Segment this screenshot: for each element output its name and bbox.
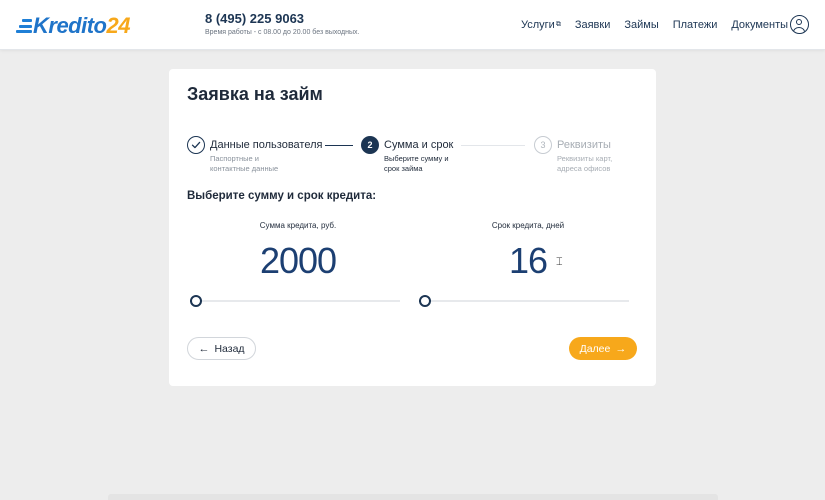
slider-thumb[interactable] — [190, 295, 202, 307]
back-button-label: Назад — [214, 342, 245, 355]
back-button[interactable]: ← Назад — [187, 337, 256, 360]
logo-text-number: 24 — [106, 13, 131, 38]
logo-text-main: Kredito — [33, 13, 107, 38]
phone-number[interactable]: 8 (495) 225 9063 — [205, 11, 359, 26]
nav-item-applications[interactable]: Заявки — [575, 19, 611, 31]
page-bottom-edge — [108, 494, 718, 500]
logo-speed-lines-icon — [16, 16, 32, 36]
logo[interactable]: Kredito24 — [16, 13, 130, 39]
check-icon — [187, 136, 205, 154]
step-connector — [325, 145, 353, 146]
nav-item-label: Услуги — [521, 19, 555, 31]
external-link-icon: ⧉ — [555, 21, 561, 28]
arrow-right-icon: → — [615, 342, 627, 355]
user-circle-icon[interactable] — [790, 15, 809, 34]
term-slider[interactable] — [419, 295, 629, 307]
arrow-left-icon: ← — [198, 342, 210, 355]
step-description: Реквизиты карт, адреса офисов — [557, 154, 613, 174]
contact-block: 8 (495) 225 9063 Время работы - с 08.00 … — [205, 11, 360, 37]
slider-thumb[interactable] — [419, 295, 431, 307]
section-subtitle: Выберите сумму и срок кредита: — [187, 190, 377, 202]
step-description: Паспортные и контактные данные — [210, 154, 279, 174]
step-number: 2 — [361, 136, 379, 154]
main-nav: Услуги⧉ Заявки Займы Платежи Документы — [521, 19, 802, 31]
nav-item-loans[interactable]: Займы — [624, 19, 658, 31]
step-label: Реквизиты — [557, 139, 611, 151]
next-button-label: Далее — [579, 342, 611, 355]
loan-application-card: Заявка на займ Данные пользователя Паспо… — [169, 69, 656, 386]
working-hours: Время работы - с 08.00 до 20.00 без выхо… — [205, 29, 360, 37]
step-label: Сумма и срок — [384, 139, 454, 151]
slider-track[interactable] — [190, 300, 400, 302]
term-value[interactable]: 16 — [421, 240, 635, 282]
step-number: 3 — [534, 136, 552, 154]
nav-item-documents[interactable]: Документы — [731, 19, 788, 31]
page-title: Заявка на займ — [187, 84, 323, 104]
slider-track[interactable] — [419, 300, 629, 302]
next-button[interactable]: Далее → — [569, 337, 637, 360]
text-cursor-icon: ⌶ — [556, 256, 563, 268]
amount-slider[interactable] — [190, 295, 400, 307]
step-description: Выберите сумму и срок займа — [384, 154, 449, 174]
step-label: Данные пользователя — [210, 139, 323, 151]
term-label: Срок кредита, дней — [491, 221, 565, 230]
nav-item-services[interactable]: Услуги⧉ — [521, 19, 561, 31]
site-header: Kredito24 8 (495) 225 9063 Время работы … — [0, 0, 825, 50]
amount-label: Сумма кредита, руб. — [259, 221, 337, 230]
amount-value[interactable]: 2000 — [191, 240, 405, 282]
step-connector — [461, 145, 525, 146]
nav-item-payments[interactable]: Платежи — [673, 19, 718, 31]
